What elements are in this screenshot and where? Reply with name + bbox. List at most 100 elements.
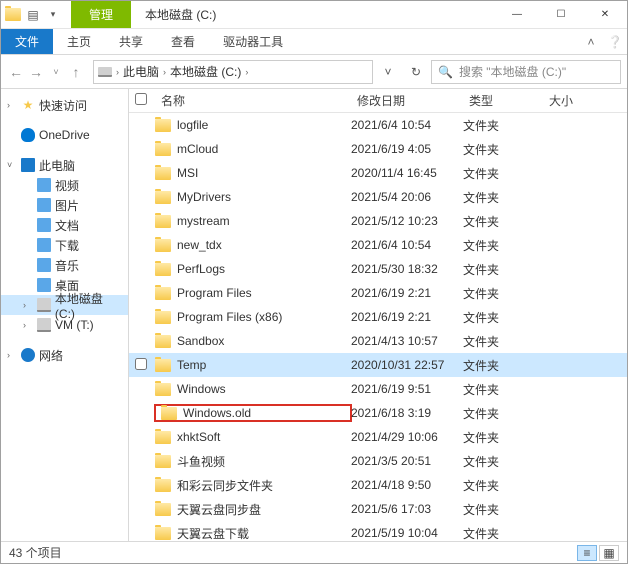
tab-share[interactable]: 共享	[105, 29, 157, 54]
table-row[interactable]: Temp2020/10/31 22:57文件夹	[129, 353, 627, 377]
tab-home[interactable]: 主页	[53, 29, 105, 54]
ribbon-contextual-title: 管理	[71, 1, 131, 28]
tree-item-icon	[37, 218, 51, 232]
tree-child[interactable]: ›本地磁盘 (C:)	[1, 295, 128, 315]
file-type: 文件夹	[463, 357, 543, 374]
table-row[interactable]: Windows2021/6/19 9:51文件夹	[129, 377, 627, 401]
file-date: 2021/4/18 9:50	[351, 478, 463, 492]
file-type: 文件夹	[463, 333, 543, 350]
file-type: 文件夹	[463, 285, 543, 302]
tree-child[interactable]: 文档	[1, 215, 128, 235]
table-row[interactable]: 天翼云盘同步盘2021/5/6 17:03文件夹	[129, 497, 627, 521]
file-type: 文件夹	[463, 381, 543, 398]
tree-child[interactable]: 图片	[1, 195, 128, 215]
table-row[interactable]: Program Files (x86)2021/6/19 2:21文件夹	[129, 305, 627, 329]
file-name: MyDrivers	[177, 190, 231, 204]
table-row[interactable]: 斗鱼视频2021/3/5 20:51文件夹	[129, 449, 627, 473]
col-header-name[interactable]: 名称	[155, 92, 351, 109]
ribbon-expand-icon[interactable]: ˄	[579, 35, 603, 49]
tree-child[interactable]: 下载	[1, 235, 128, 255]
help-icon[interactable]: ❔	[603, 35, 627, 49]
statusbar: 43 个项目 ≡ ▦	[1, 541, 627, 563]
table-row[interactable]: PerfLogs2021/5/30 18:32文件夹	[129, 257, 627, 281]
table-row[interactable]: xhktSoft2021/4/29 10:06文件夹	[129, 425, 627, 449]
folder-icon	[155, 527, 171, 540]
maximize-button[interactable]: ☐	[539, 1, 583, 28]
chevron-right-icon[interactable]: ›	[245, 67, 248, 77]
folder-icon	[161, 407, 177, 420]
file-name: xhktSoft	[177, 430, 220, 444]
file-date: 2020/10/31 22:57	[351, 358, 463, 372]
address-bar[interactable]: › 此电脑 › 本地磁盘 (C:) ›	[93, 60, 373, 84]
table-row[interactable]: Program Files2021/6/19 2:21文件夹	[129, 281, 627, 305]
col-header-size[interactable]: 大小	[543, 92, 603, 109]
file-name: Sandbox	[177, 334, 224, 348]
col-header-date[interactable]: 修改日期	[351, 92, 463, 109]
breadcrumb[interactable]: 此电脑	[123, 63, 159, 80]
tree-quick-access[interactable]: ›★快速访问	[1, 95, 128, 115]
file-name: 和彩云同步文件夹	[177, 477, 273, 494]
navbar: ← → ˅ ↑ › 此电脑 › 本地磁盘 (C:) › ˅ ↻ 🔍 搜索 "本地…	[1, 55, 627, 89]
file-type: 文件夹	[463, 141, 543, 158]
folder-icon	[155, 287, 171, 300]
minimize-button[interactable]: ―	[495, 1, 539, 28]
chevron-right-icon[interactable]: ›	[116, 67, 119, 77]
tree-item-icon	[37, 198, 51, 212]
titlebar: ▤ ▾ 管理 本地磁盘 (C:) ― ☐ ✕	[1, 1, 627, 29]
file-type: 文件夹	[463, 405, 543, 422]
chevron-right-icon[interactable]: ›	[163, 67, 166, 77]
nav-back-icon[interactable]: ←	[7, 64, 25, 80]
table-row[interactable]: Windows.old2021/6/18 3:19文件夹	[129, 401, 627, 425]
view-icons-button[interactable]: ▦	[599, 545, 619, 561]
drive-icon	[98, 67, 112, 77]
col-header-type[interactable]: 类型	[463, 92, 543, 109]
table-row[interactable]: MyDrivers2021/5/4 20:06文件夹	[129, 185, 627, 209]
file-date: 2020/11/4 16:45	[351, 166, 463, 180]
table-row[interactable]: Sandbox2021/4/13 10:57文件夹	[129, 329, 627, 353]
tree-item-icon	[37, 298, 51, 312]
folder-icon	[155, 119, 171, 132]
file-name: Program Files (x86)	[177, 310, 282, 324]
file-date: 2021/6/19 2:21	[351, 310, 463, 324]
table-row[interactable]: 天翼云盘下载2021/5/19 10:04文件夹	[129, 521, 627, 541]
folder-icon	[155, 431, 171, 444]
refresh-icon[interactable]: ↻	[403, 60, 429, 84]
network-icon	[21, 348, 35, 362]
select-all-checkbox[interactable]	[135, 93, 147, 105]
qat-dropdown-icon[interactable]: ▾	[45, 7, 61, 23]
breadcrumb[interactable]: 本地磁盘 (C:)	[170, 63, 241, 80]
file-name: MSI	[177, 166, 198, 180]
file-date: 2021/6/19 4:05	[351, 142, 463, 156]
search-input[interactable]: 🔍 搜索 "本地磁盘 (C:)"	[431, 60, 621, 84]
table-row[interactable]: new_tdx2021/6/4 10:54文件夹	[129, 233, 627, 257]
table-row[interactable]: 和彩云同步文件夹2021/4/18 9:50文件夹	[129, 473, 627, 497]
address-dropdown-icon[interactable]: ˅	[375, 60, 401, 84]
tree-onedrive[interactable]: OneDrive	[1, 125, 128, 145]
close-button[interactable]: ✕	[583, 1, 627, 28]
table-row[interactable]: mystream2021/5/12 10:23文件夹	[129, 209, 627, 233]
tab-file[interactable]: 文件	[1, 29, 53, 54]
tree-pane: ›★快速访问 OneDrive ˅此电脑 视频图片文档下载音乐桌面›本地磁盘 (…	[1, 89, 129, 541]
tree-child[interactable]: 视频	[1, 175, 128, 195]
nav-forward-icon[interactable]: →	[27, 64, 45, 80]
file-type: 文件夹	[463, 213, 543, 230]
table-row[interactable]: MSI2020/11/4 16:45文件夹	[129, 161, 627, 185]
column-headers: 名称 修改日期 类型 大小	[129, 89, 627, 113]
tree-this-pc[interactable]: ˅此电脑	[1, 155, 128, 175]
qat-item-icon[interactable]: ▤	[25, 7, 41, 23]
nav-recent-icon[interactable]: ˅	[47, 67, 65, 77]
file-date: 2021/3/5 20:51	[351, 454, 463, 468]
view-details-button[interactable]: ≡	[577, 545, 597, 561]
tab-drive-tools[interactable]: 驱动器工具	[209, 29, 297, 54]
tree-network[interactable]: ›网络	[1, 345, 128, 365]
file-date: 2021/5/19 10:04	[351, 526, 463, 540]
pc-icon	[21, 158, 35, 172]
file-name: new_tdx	[177, 238, 222, 252]
tab-view[interactable]: 查看	[157, 29, 209, 54]
table-row[interactable]: mCloud2021/6/19 4:05文件夹	[129, 137, 627, 161]
nav-up-icon[interactable]: ↑	[67, 64, 85, 80]
row-checkbox[interactable]	[135, 358, 147, 370]
folder-icon	[155, 191, 171, 204]
table-row[interactable]: logfile2021/6/4 10:54文件夹	[129, 113, 627, 137]
tree-child[interactable]: 音乐	[1, 255, 128, 275]
